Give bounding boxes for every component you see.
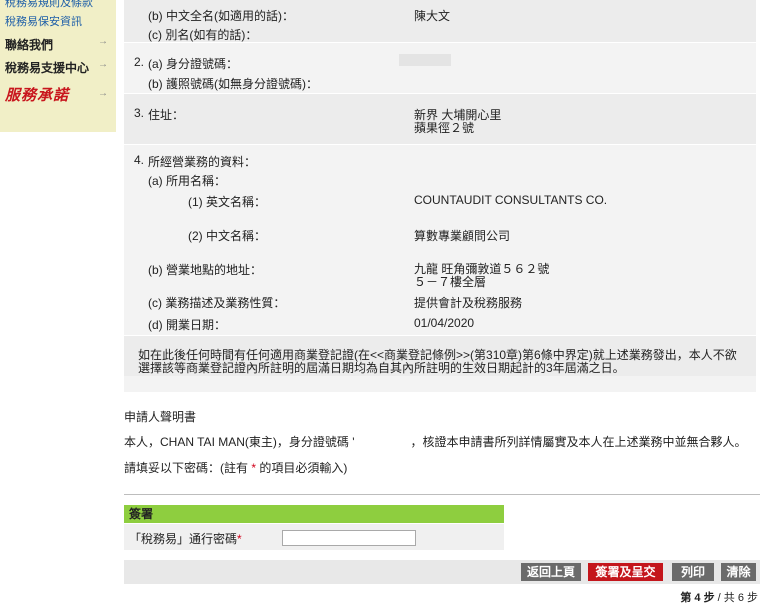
arrow-right-icon: → xyxy=(98,88,108,99)
declaration-statement-part2: ，核證本申請書所列詳情屬實及本人在上述業務中並無合夥人。 xyxy=(410,435,747,449)
english-name-label: (1) 英文名稱： xyxy=(188,195,267,209)
instruction-text: 請填妥以下密碼：(註有 xyxy=(124,461,248,475)
divider xyxy=(124,494,760,495)
required-instruction: 請填妥以下密碼：(註有 * 的項目必須輸入) xyxy=(124,459,347,476)
passport-number-label: (b) 護照號碼(如無身分證號碼)： xyxy=(148,77,318,91)
password-label-text: 「稅務易」通行密碼 xyxy=(129,532,238,546)
business-nature-value: 提供會計及稅務服務 xyxy=(414,296,523,310)
password-input[interactable] xyxy=(282,530,416,546)
sidebar-item-terms[interactable]: 稅務易規則及條款 xyxy=(0,0,116,10)
section-name: (b) 中文全名(如適用的話)： 陳大文 (c) 別名(如有的話)： xyxy=(124,0,756,42)
section-address: 3. 住址： 新界 大埔開心里 蘋果徑２號 xyxy=(124,94,756,144)
chinese-business-name-label: (2) 中文名稱： xyxy=(188,229,267,243)
declaration-statement-part1: 本人，CHAN TAI MAN(東主)，身分證號碼 ' xyxy=(124,435,355,449)
address-label: 住址： xyxy=(148,108,185,122)
sign-section-heading: 簽署 xyxy=(124,505,504,523)
required-star: * xyxy=(237,532,242,546)
sidebar-item-contact[interactable]: 聯絡我們 → xyxy=(0,36,116,53)
declaration-title: 申請人聲明書 xyxy=(124,410,197,424)
action-bar: 返回上頁 簽署及呈交 列印 清除 xyxy=(124,560,760,584)
section-business: 4. 所經營業務的資料： (a) 所用名稱： (1) 英文名稱： COUNTAU… xyxy=(124,145,756,335)
chinese-name-value: 陳大文 xyxy=(414,9,451,23)
business-nature-label: (c) 業務描述及業務性質： xyxy=(148,296,286,310)
masked-id-number xyxy=(399,54,451,66)
commencement-date-value: 01/04/2020 xyxy=(414,316,475,330)
alias-label: (c) 別名(如有的話)： xyxy=(148,28,258,42)
sign-password-row: 「稅務易」通行密碼* xyxy=(124,524,504,550)
chinese-business-name-value: 算數專業顧問公司 xyxy=(414,229,511,243)
print-button[interactable]: 列印 xyxy=(672,563,714,581)
arrow-right-icon: → xyxy=(98,59,108,70)
address-line2: 蘋果徑２號 xyxy=(414,121,475,135)
password-label: 「稅務易」通行密碼* xyxy=(129,530,242,547)
sidebar-item-label[interactable]: 稅務易規則及條款 xyxy=(5,0,93,9)
back-button[interactable]: 返回上頁 xyxy=(521,563,581,581)
english-name-value: COUNTAUDIT CONSULTANTS CO. xyxy=(414,193,608,207)
certificate-note: 如在此後任何時間有任何適用商業登記證(在<<商業登記條例>>(第310章)第6條… xyxy=(124,336,756,376)
required-star: * xyxy=(251,461,257,475)
chinese-name-label: (b) 中文全名(如適用的話)： xyxy=(148,9,294,23)
total-steps: / 共 6 步 xyxy=(717,592,758,604)
current-step: 第 4 步 xyxy=(680,592,715,604)
arrow-right-icon: → xyxy=(98,36,108,47)
business-name-label: (a) 所用名稱： xyxy=(148,174,227,188)
id-number-label: (a) 身分證號碼： xyxy=(148,57,239,71)
business-address-label: (b) 營業地點的地址： xyxy=(148,263,263,277)
step-indicator: 第 4 步 / 共 6 步 xyxy=(680,589,758,605)
sidebar-item-security[interactable]: 稅務易保安資訊 xyxy=(0,13,116,29)
clear-button[interactable]: 清除 xyxy=(721,563,756,581)
performance-pledge-logo[interactable]: 服務承諾 xyxy=(5,84,69,105)
section-number: 2. xyxy=(134,55,145,69)
sign-submit-button[interactable]: 簽署及呈交 xyxy=(588,563,663,581)
section-number: 3. xyxy=(134,106,145,120)
business-info-label: 所經營業務的資料： xyxy=(148,155,257,169)
instruction-text: 的項目必須輸入) xyxy=(259,461,348,475)
commencement-date-label: (d) 開業日期： xyxy=(148,318,227,332)
sidebar: 稅務易規則及條款 稅務易保安資訊 聯絡我們 → 稅務易支援中心 → 服務承諾 → xyxy=(0,0,116,132)
note-line: 選擇該等商業登記證內所註明的屆滿日期均為自其內所註明的生效日期起計的3年屆滿之日… xyxy=(138,361,625,375)
business-address-line2: ５－７樓全層 xyxy=(414,275,487,289)
sidebar-item-support[interactable]: 稅務易支援中心 → xyxy=(0,59,116,76)
section-identity: 2. (a) 身分證號碼： (b) 護照號碼(如無身分證號碼)： xyxy=(124,43,756,93)
declaration-statement: 本人，CHAN TAI MAN(東主)，身分證號碼 ' ，核證本申請書所列詳情屬實… xyxy=(124,433,747,450)
sidebar-item-label[interactable]: 聯絡我們 xyxy=(5,38,53,52)
sidebar-item-label[interactable]: 稅務易支援中心 xyxy=(5,61,89,75)
section-number: 4. xyxy=(134,153,145,167)
sidebar-item-label[interactable]: 稅務易保安資訊 xyxy=(5,16,82,28)
application-details-panel: (b) 中文全名(如適用的話)： 陳大文 (c) 別名(如有的話)： 2. (a… xyxy=(124,0,756,392)
